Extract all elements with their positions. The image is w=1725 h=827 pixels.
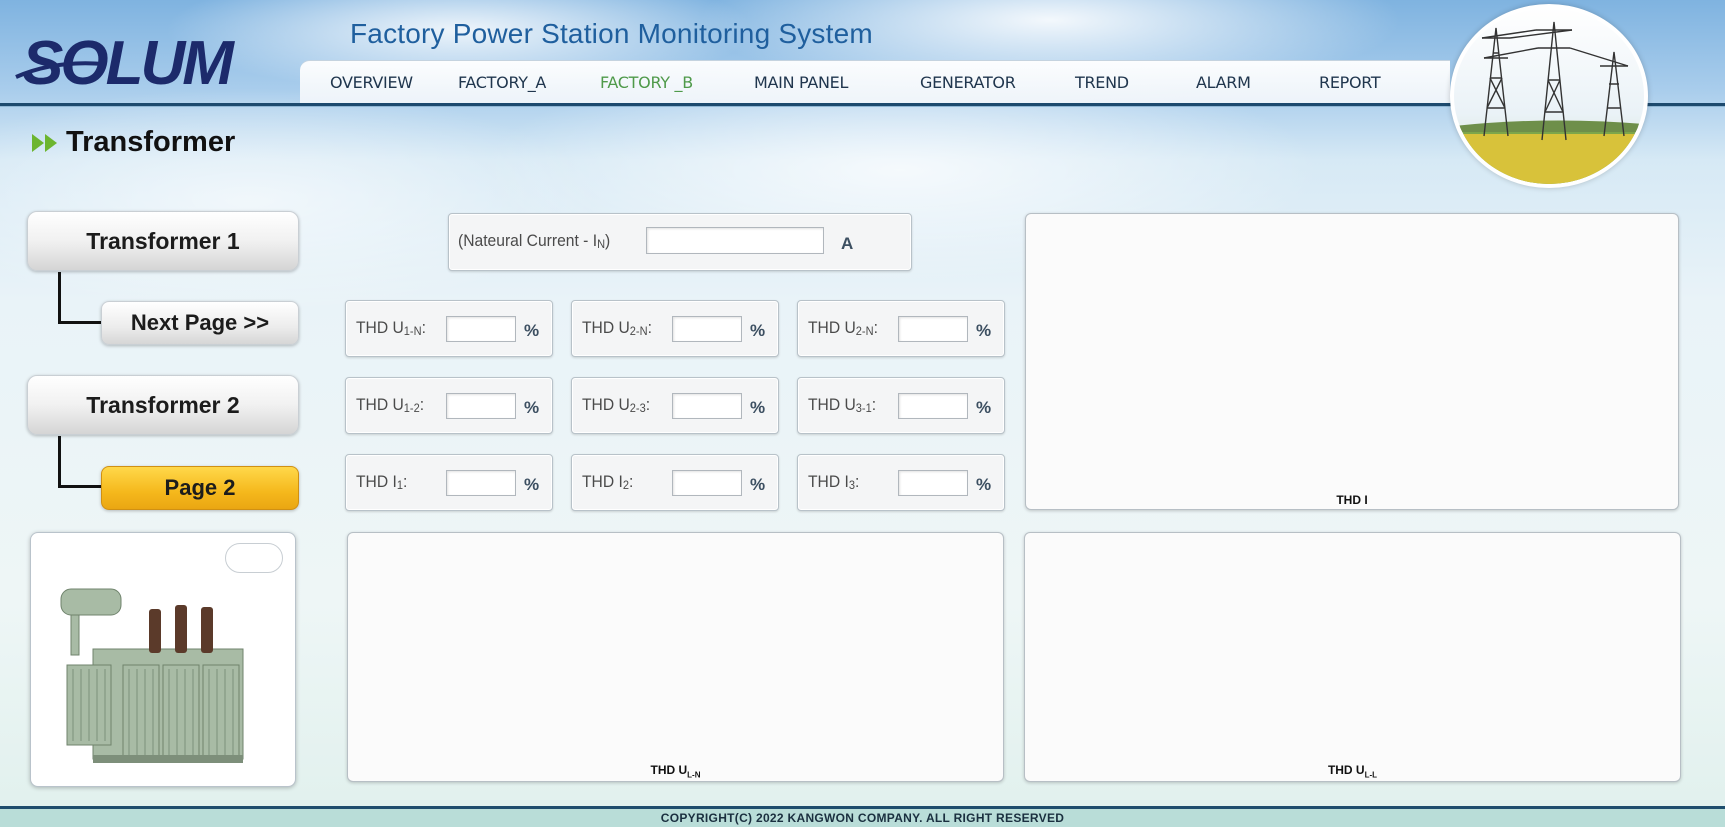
transformer-image <box>60 588 244 763</box>
neutral-current-box: (Nateural Current - IN) A <box>448 213 912 271</box>
thd-u23-unit: % <box>750 398 766 417</box>
thd-u2n-unit: % <box>750 321 766 340</box>
nav-generator[interactable]: GENERATOR <box>920 73 1016 92</box>
tree-connector-2 <box>58 436 102 488</box>
svg-text:SOLUM: SOLUM <box>22 29 235 94</box>
thd-u1n-field[interactable] <box>446 316 516 342</box>
thd-u31-box: THD U3-1: % <box>797 377 1005 434</box>
double-arrow-icon <box>32 134 57 152</box>
tree-connector-1 <box>58 272 102 324</box>
thd-i2-unit: % <box>750 475 766 494</box>
nav-alarm[interactable]: ALARM <box>1196 73 1251 92</box>
thd-i3-label: THD I3: <box>808 472 860 492</box>
page-title: Transformer <box>66 126 236 158</box>
thd-uln-chart-label: THD UL-N <box>650 762 701 779</box>
nav-trend[interactable]: TREND <box>1075 73 1129 92</box>
neutral-current-label: (Nateural Current - IN) <box>458 231 611 251</box>
next-page-button[interactable]: Next Page >> <box>101 301 299 345</box>
thd-u1n-unit: % <box>524 321 540 340</box>
thd-u31-label: THD U3-1: <box>808 395 877 415</box>
transformer-1-button[interactable]: Transformer 1 <box>27 211 299 271</box>
nav-report[interactable]: REPORT <box>1319 73 1381 92</box>
neutral-current-field[interactable] <box>646 227 824 254</box>
footer: COPYRIGHT(C) 2022 KANGWON COMPANY. ALL R… <box>0 806 1725 827</box>
thd-ull-chart-label: THD UL-L <box>1327 762 1378 779</box>
thd-u3n-label: THD U2-N: <box>808 318 878 338</box>
thd-u31-field[interactable] <box>898 393 968 419</box>
page-2-button[interactable]: Page 2 <box>101 466 299 510</box>
thd-i-chart-label: THD I <box>1336 493 1368 507</box>
thd-i3-field[interactable] <box>898 470 968 496</box>
thd-u23-field[interactable] <box>672 393 742 419</box>
thd-u31-unit: % <box>976 398 992 417</box>
thd-i1-label: THD I1: <box>356 472 408 492</box>
solum-logo-graphic: SOLUM <box>15 29 238 98</box>
thd-i1-box: THD I1: % <box>345 454 553 511</box>
solum-logo[interactable]: SOLUM <box>14 22 284 98</box>
app-title: Factory Power Station Monitoring System <box>350 18 873 49</box>
thd-i1-unit: % <box>524 475 540 494</box>
thd-u2n-field[interactable] <box>672 316 742 342</box>
thd-uln-chart: THD UL-N <box>347 532 1004 782</box>
nav-factory-a[interactable]: FACTORY_A <box>458 73 546 92</box>
thd-u12-label: THD U1-2: <box>356 395 425 415</box>
copyright-text: COPYRIGHT(C) 2022 KANGWON COMPANY. ALL R… <box>660 811 1065 825</box>
nav-overview[interactable]: OVERVIEW <box>330 73 413 92</box>
thd-i2-box: THD I2: % <box>571 454 779 511</box>
thd-u23-box: THD U2-3: % <box>571 377 779 434</box>
thd-u1n-box: THD U1-N: % <box>345 300 553 357</box>
thd-u12-unit: % <box>524 398 540 417</box>
thd-u2n-box: THD U2-N: % <box>571 300 779 357</box>
neutral-current-unit: A <box>841 234 854 253</box>
thd-i2-field[interactable] <box>672 470 742 496</box>
thd-u3n-box: THD U2-N: % <box>797 300 1005 357</box>
thd-u12-field[interactable] <box>446 393 516 419</box>
nav-factory-b[interactable]: FACTORY _B <box>600 73 693 92</box>
thd-i-chart: THD I <box>1025 213 1679 510</box>
thd-u12-box: THD U1-2: % <box>345 377 553 434</box>
transformer-2-button[interactable]: Transformer 2 <box>27 375 299 435</box>
thd-u3n-field[interactable] <box>898 316 968 342</box>
thd-i3-unit: % <box>976 475 992 494</box>
power-tower-photo <box>1450 4 1648 188</box>
thd-u23-label: THD U2-3: <box>582 395 651 415</box>
thd-ull-chart: THD UL-L <box>1024 532 1681 782</box>
thd-i1-field[interactable] <box>446 470 516 496</box>
thd-u1n-label: THD U1-N: <box>356 318 426 338</box>
transformer-image-panel <box>30 532 296 787</box>
thd-u2n-label: THD U2-N: <box>582 318 652 338</box>
thd-u3n-unit: % <box>976 321 992 340</box>
nav-main-panel[interactable]: MAIN PANEL <box>754 73 848 92</box>
thd-i2-label: THD I2: <box>582 472 634 492</box>
thd-i3-box: THD I3: % <box>797 454 1005 511</box>
